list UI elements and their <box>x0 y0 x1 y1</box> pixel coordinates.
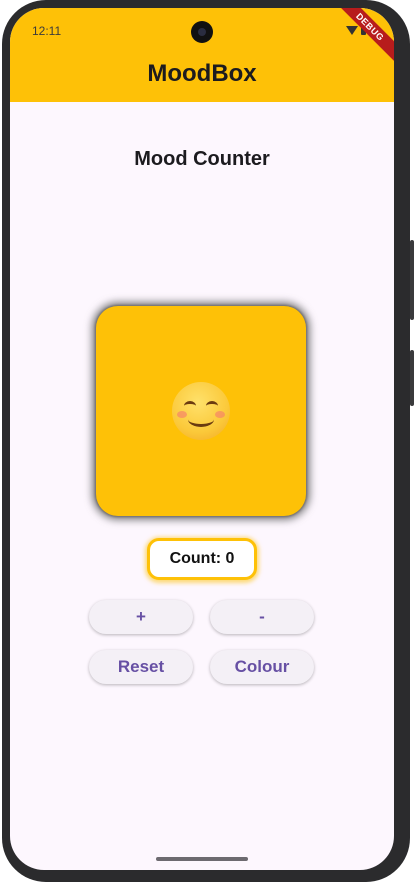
count-display: Count: 0 <box>147 538 257 580</box>
smiling-face-icon <box>172 382 230 440</box>
debug-banner: DEBUG <box>329 8 394 68</box>
emoji-eye <box>206 401 218 411</box>
emoji-cheek <box>215 411 225 418</box>
status-time: 12:11 <box>32 24 62 38</box>
app-bar: 12:11 DEBUG MoodBox <box>10 8 394 102</box>
colour-button[interactable]: Colour <box>210 650 314 684</box>
page-title: Mood Counter <box>134 148 270 170</box>
reset-button[interactable]: Reset <box>89 650 193 684</box>
emoji-cheek <box>177 411 187 418</box>
device: 12:11 DEBUG MoodBox Mood Counter Count: … <box>0 0 414 884</box>
emoji-mouth <box>188 412 214 427</box>
camera-icon <box>191 21 213 43</box>
emoji-eye <box>184 401 196 411</box>
increment-button[interactable]: + <box>89 600 193 634</box>
screen: 12:11 DEBUG MoodBox Mood Counter Count: … <box>10 8 394 870</box>
app-title: MoodBox <box>147 60 257 87</box>
decrement-button[interactable]: - <box>210 600 314 634</box>
volume-button <box>410 350 414 406</box>
mood-box <box>96 306 306 516</box>
power-button <box>410 240 414 320</box>
home-indicator[interactable] <box>156 857 248 861</box>
wifi-icon <box>346 25 358 35</box>
